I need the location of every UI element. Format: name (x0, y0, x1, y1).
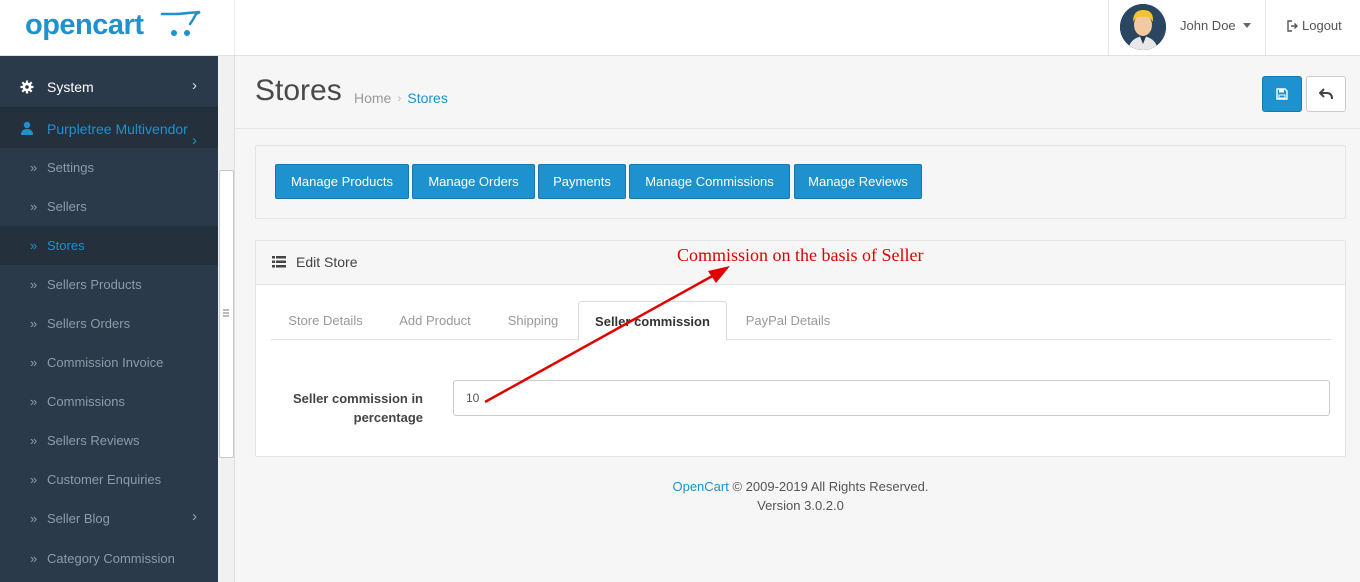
opencart-link[interactable]: OpenCart (672, 479, 728, 494)
top-header: opencart John Doe Logout (0, 0, 1360, 56)
seller-commission-input[interactable] (453, 380, 1330, 416)
chevron-down-icon: › (192, 132, 197, 149)
chevron-right-icon: › (192, 508, 197, 525)
sidebar-item-label: System (47, 79, 94, 95)
panel-title: Edit Store (296, 254, 358, 270)
sidebar-item-system[interactable]: System › (0, 67, 218, 108)
sidebar-item-sellers-reviews[interactable]: » Sellers Reviews (0, 421, 218, 460)
sidebar-item-commissions[interactable]: » Commissions (0, 382, 218, 421)
payments-button[interactable]: Payments (538, 164, 626, 199)
sidebar-item-label: Stores (47, 238, 85, 253)
manage-orders-button[interactable]: Manage Orders (412, 164, 535, 199)
double-chevron-icon: » (30, 277, 38, 292)
double-chevron-icon: » (30, 551, 38, 566)
user-name: John Doe (1180, 18, 1236, 33)
logout-link[interactable]: Logout (1287, 18, 1342, 33)
breadcrumb-stores[interactable]: Stores (407, 90, 447, 106)
sign-out-icon (1287, 19, 1298, 32)
save-button[interactable] (1262, 76, 1302, 112)
tab-paypal-details[interactable]: PayPal Details (729, 301, 847, 340)
sidebar-item-commission-invoice[interactable]: » Commission Invoice (0, 343, 218, 382)
breadcrumb-home[interactable]: Home (354, 90, 391, 106)
sidebar-item-sellers-products[interactable]: » Sellers Products (0, 265, 218, 304)
tab-store-details[interactable]: Store Details (271, 301, 380, 340)
save-icon (1276, 88, 1288, 100)
sidebar-item-stores[interactable]: » Stores (0, 226, 218, 265)
page-title: Stores (255, 74, 342, 107)
sidebar-item-sellers-orders[interactable]: » Sellers Orders (0, 304, 218, 343)
back-button[interactable] (1306, 76, 1346, 112)
double-chevron-icon: » (30, 394, 38, 409)
tab-shipping[interactable]: Shipping (490, 301, 576, 340)
sidebar-item-label: Settings (47, 160, 94, 175)
breadcrumb-separator-icon: › (397, 91, 402, 105)
double-chevron-icon: » (30, 433, 38, 448)
divider (235, 128, 1360, 129)
label-line: Seller commission in (292, 391, 423, 406)
double-chevron-icon: » (30, 472, 38, 487)
sidebar: System › Purpletree Multivendor › » Sett… (0, 56, 218, 582)
version-text: Version 3.0.2.0 (757, 498, 844, 513)
footer: OpenCart © 2009-2019 All Rights Reserved… (255, 477, 1346, 515)
grip-icon (223, 309, 229, 317)
sidebar-item-sellers[interactable]: » Sellers (0, 187, 218, 226)
sidebar-item-category-commission[interactable]: » Category Commission (0, 539, 218, 578)
sidebar-item-label: Sellers Orders (47, 316, 131, 331)
sidebar-item-label: Commissions (47, 394, 126, 409)
list-icon (272, 256, 286, 268)
double-chevron-icon: » (30, 199, 38, 214)
manage-reviews-button[interactable]: Manage Reviews (794, 164, 922, 199)
manage-commissions-button[interactable]: Manage Commissions (629, 164, 790, 199)
sidebar-item-customer-enquiries[interactable]: » Customer Enquiries (0, 460, 218, 499)
logo[interactable]: opencart (0, 0, 235, 55)
caret-down-icon (1243, 23, 1251, 28)
logo-text: opencart (25, 9, 144, 41)
sidebar-item-seller-blog[interactable]: » Seller Blog › (0, 499, 218, 538)
sidebar-item-label: Category Commission (47, 551, 175, 566)
tab-add-product[interactable]: Add Product (382, 301, 488, 340)
reply-icon (1319, 88, 1333, 100)
label-line: percentage (353, 410, 423, 425)
avatar (1120, 4, 1166, 50)
gear-icon (20, 80, 34, 94)
cart-icon (160, 10, 201, 36)
sidebar-item-label: Sellers Reviews (47, 433, 140, 448)
sidebar-item-label: Sellers Products (47, 277, 142, 292)
user-menu[interactable]: John Doe (1108, 0, 1266, 55)
seller-commission-label: Seller commission in percentage (270, 389, 423, 427)
logout-label: Logout (1302, 18, 1342, 33)
sidebar-item-settings[interactable]: » Settings (0, 148, 218, 187)
breadcrumb: Home › Stores (354, 90, 448, 106)
sidebar-item-label: Purpletree Multivendor (47, 120, 188, 137)
annotation-text: Commission on the basis of Seller (677, 245, 924, 265)
double-chevron-icon: » (30, 160, 38, 175)
user-icon (21, 121, 33, 135)
tab-seller-commission[interactable]: Seller commission (578, 301, 727, 341)
sidebar-item-label: Seller Blog (47, 511, 110, 526)
sidebar-item-label: Customer Enquiries (47, 472, 162, 487)
double-chevron-icon: » (30, 355, 38, 370)
double-chevron-icon: » (30, 511, 38, 526)
sidebar-item-label: Commission Invoice (47, 355, 164, 370)
chevron-right-icon: › (192, 77, 197, 94)
copyright-text: © 2009-2019 All Rights Reserved. (728, 479, 929, 494)
manage-products-button[interactable]: Manage Products (275, 164, 409, 199)
double-chevron-icon: » (30, 238, 38, 253)
double-chevron-icon: » (30, 316, 38, 331)
sidebar-item-label: Sellers (47, 199, 87, 214)
sidebar-item-purpletree-multivendor[interactable]: Purpletree Multivendor › (0, 108, 218, 149)
